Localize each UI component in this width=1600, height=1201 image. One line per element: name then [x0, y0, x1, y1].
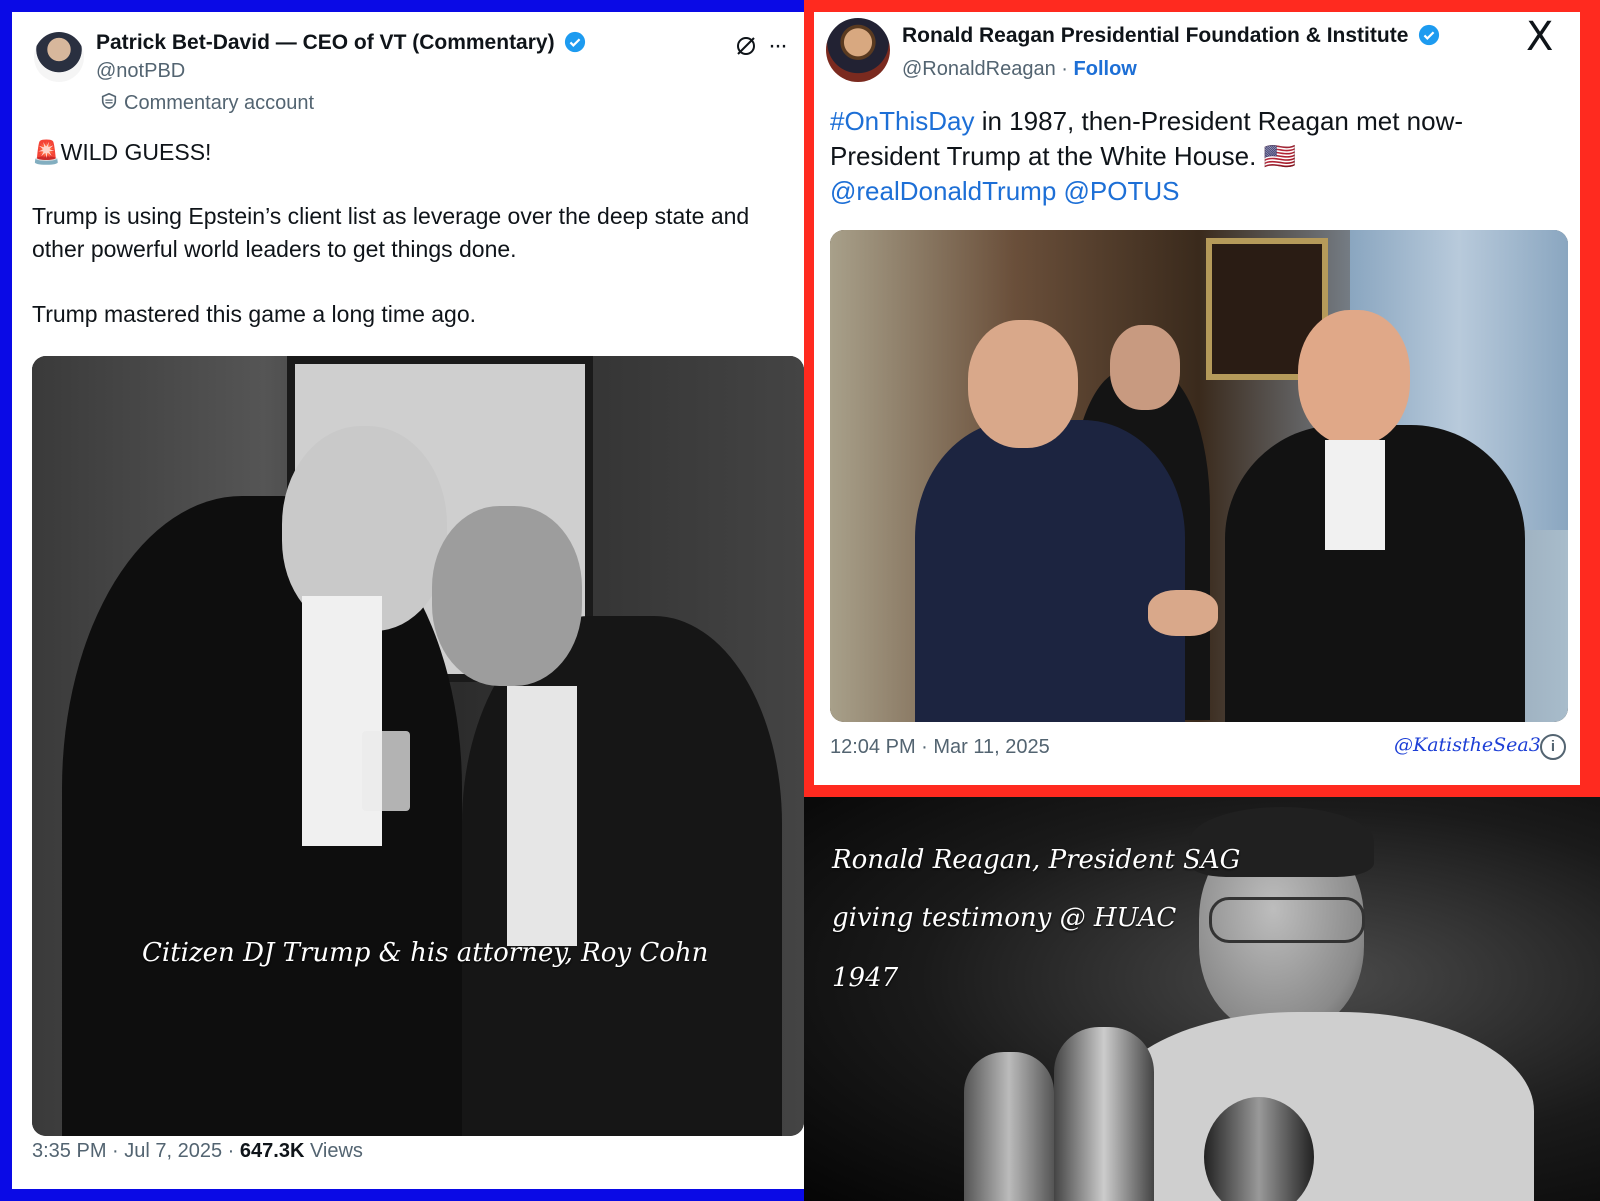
- handshake: [1148, 590, 1218, 636]
- commentary-account-label: Commentary account: [124, 92, 315, 114]
- tweet-text: #OnThisDay in 1987, then-President Reaga…: [830, 104, 1550, 209]
- watermark-signature: @KatistheSea3: [1394, 734, 1541, 756]
- tweet-headline: 🚨WILD GUESS!: [32, 136, 211, 169]
- display-name-text[interactable]: Patrick Bet-David — CEO of VT (Commentar…: [96, 31, 555, 54]
- info-icon-glyph: i: [1550, 738, 1556, 755]
- left-tweet-card: Patrick Bet-David — CEO of VT (Commentar…: [12, 12, 804, 1189]
- views-count: 647.3K: [239, 1140, 305, 1162]
- user-handle[interactable]: @notPBD: [96, 60, 185, 83]
- display-name[interactable]: Ronald Reagan Presidential Foundation & …: [902, 24, 1440, 48]
- right-tweet-border: Ronald Reagan Presidential Foundation & …: [804, 0, 1600, 797]
- user-handle-row: @RonaldReagan · Follow: [902, 58, 1137, 81]
- info-icon[interactable]: i: [1540, 734, 1566, 760]
- more-options-icon[interactable]: ···: [768, 32, 788, 60]
- verified-badge-icon: [565, 31, 586, 53]
- views-label: Views: [304, 1140, 363, 1162]
- mention-link-realdonaldtrump[interactable]: @realDonaldTrump: [830, 176, 1056, 206]
- microphone-1: [964, 1052, 1054, 1201]
- user-handle[interactable]: @RonaldReagan: [902, 58, 1056, 80]
- caption-line-1: Ronald Reagan, President SAG: [832, 845, 1241, 875]
- headline-text: WILD GUESS!: [60, 139, 212, 165]
- glass: [362, 731, 410, 811]
- display-name[interactable]: Patrick Bet-David — CEO of VT (Commentar…: [96, 31, 586, 55]
- handle-separator: ·: [1055, 58, 1074, 80]
- person-right-face: [1298, 310, 1410, 445]
- tweet-paragraph-2: Trump mastered this game a long time ago…: [32, 301, 477, 327]
- avatar[interactable]: [826, 18, 890, 82]
- us-flag-emoji: 🇺🇸: [1263, 141, 1296, 171]
- marine-face: [1110, 325, 1180, 410]
- right-tweet-card: Ronald Reagan Presidential Foundation & …: [814, 12, 1580, 785]
- caption-line-2: giving testimony @ HUAC: [832, 903, 1177, 933]
- person-right-face: [432, 506, 582, 686]
- eyeglasses: [1209, 897, 1365, 943]
- timestamp-text[interactable]: 3:35 PM · Jul 7, 2025 ·: [32, 1140, 240, 1162]
- alert-emoji: 🚨: [32, 139, 61, 165]
- person-right-shirt: [507, 686, 577, 946]
- tweet-photo[interactable]: Citizen DJ Trump & his attorney, Roy Coh…: [32, 356, 804, 1136]
- x-logo-icon[interactable]: X: [1526, 14, 1553, 60]
- verified-badge-icon: [1419, 24, 1440, 46]
- person-right-shirt: [1325, 440, 1385, 550]
- person-left-silhouette: [915, 420, 1185, 722]
- shield-icon: [101, 92, 117, 110]
- avatar[interactable]: [34, 32, 84, 82]
- caption-line-3: 1947: [832, 963, 899, 993]
- microphone-2: [1054, 1027, 1154, 1201]
- person-suit: [1104, 1012, 1534, 1201]
- tweet-photo[interactable]: [830, 230, 1568, 722]
- follow-button[interactable]: Follow: [1074, 58, 1137, 80]
- person-left-face: [968, 320, 1078, 448]
- grok-icon[interactable]: [734, 34, 758, 58]
- hashtag-link[interactable]: #OnThisDay: [830, 106, 975, 136]
- tweet-timestamp[interactable]: 3:35 PM · Jul 7, 2025 · 647.3K Views: [32, 1140, 363, 1163]
- display-name-text[interactable]: Ronald Reagan Presidential Foundation & …: [902, 24, 1408, 47]
- tweet-paragraph-1: Trump is using Epstein’s client list as …: [32, 203, 750, 262]
- photo-caption: Citizen DJ Trump & his attorney, Roy Coh…: [142, 938, 709, 968]
- tweet-timestamp[interactable]: 12:04 PM · Mar 11, 2025: [830, 736, 1050, 759]
- reagan-huac-photo: Ronald Reagan, President SAG giving test…: [804, 797, 1600, 1201]
- mention-link-potus[interactable]: @POTUS: [1064, 176, 1180, 206]
